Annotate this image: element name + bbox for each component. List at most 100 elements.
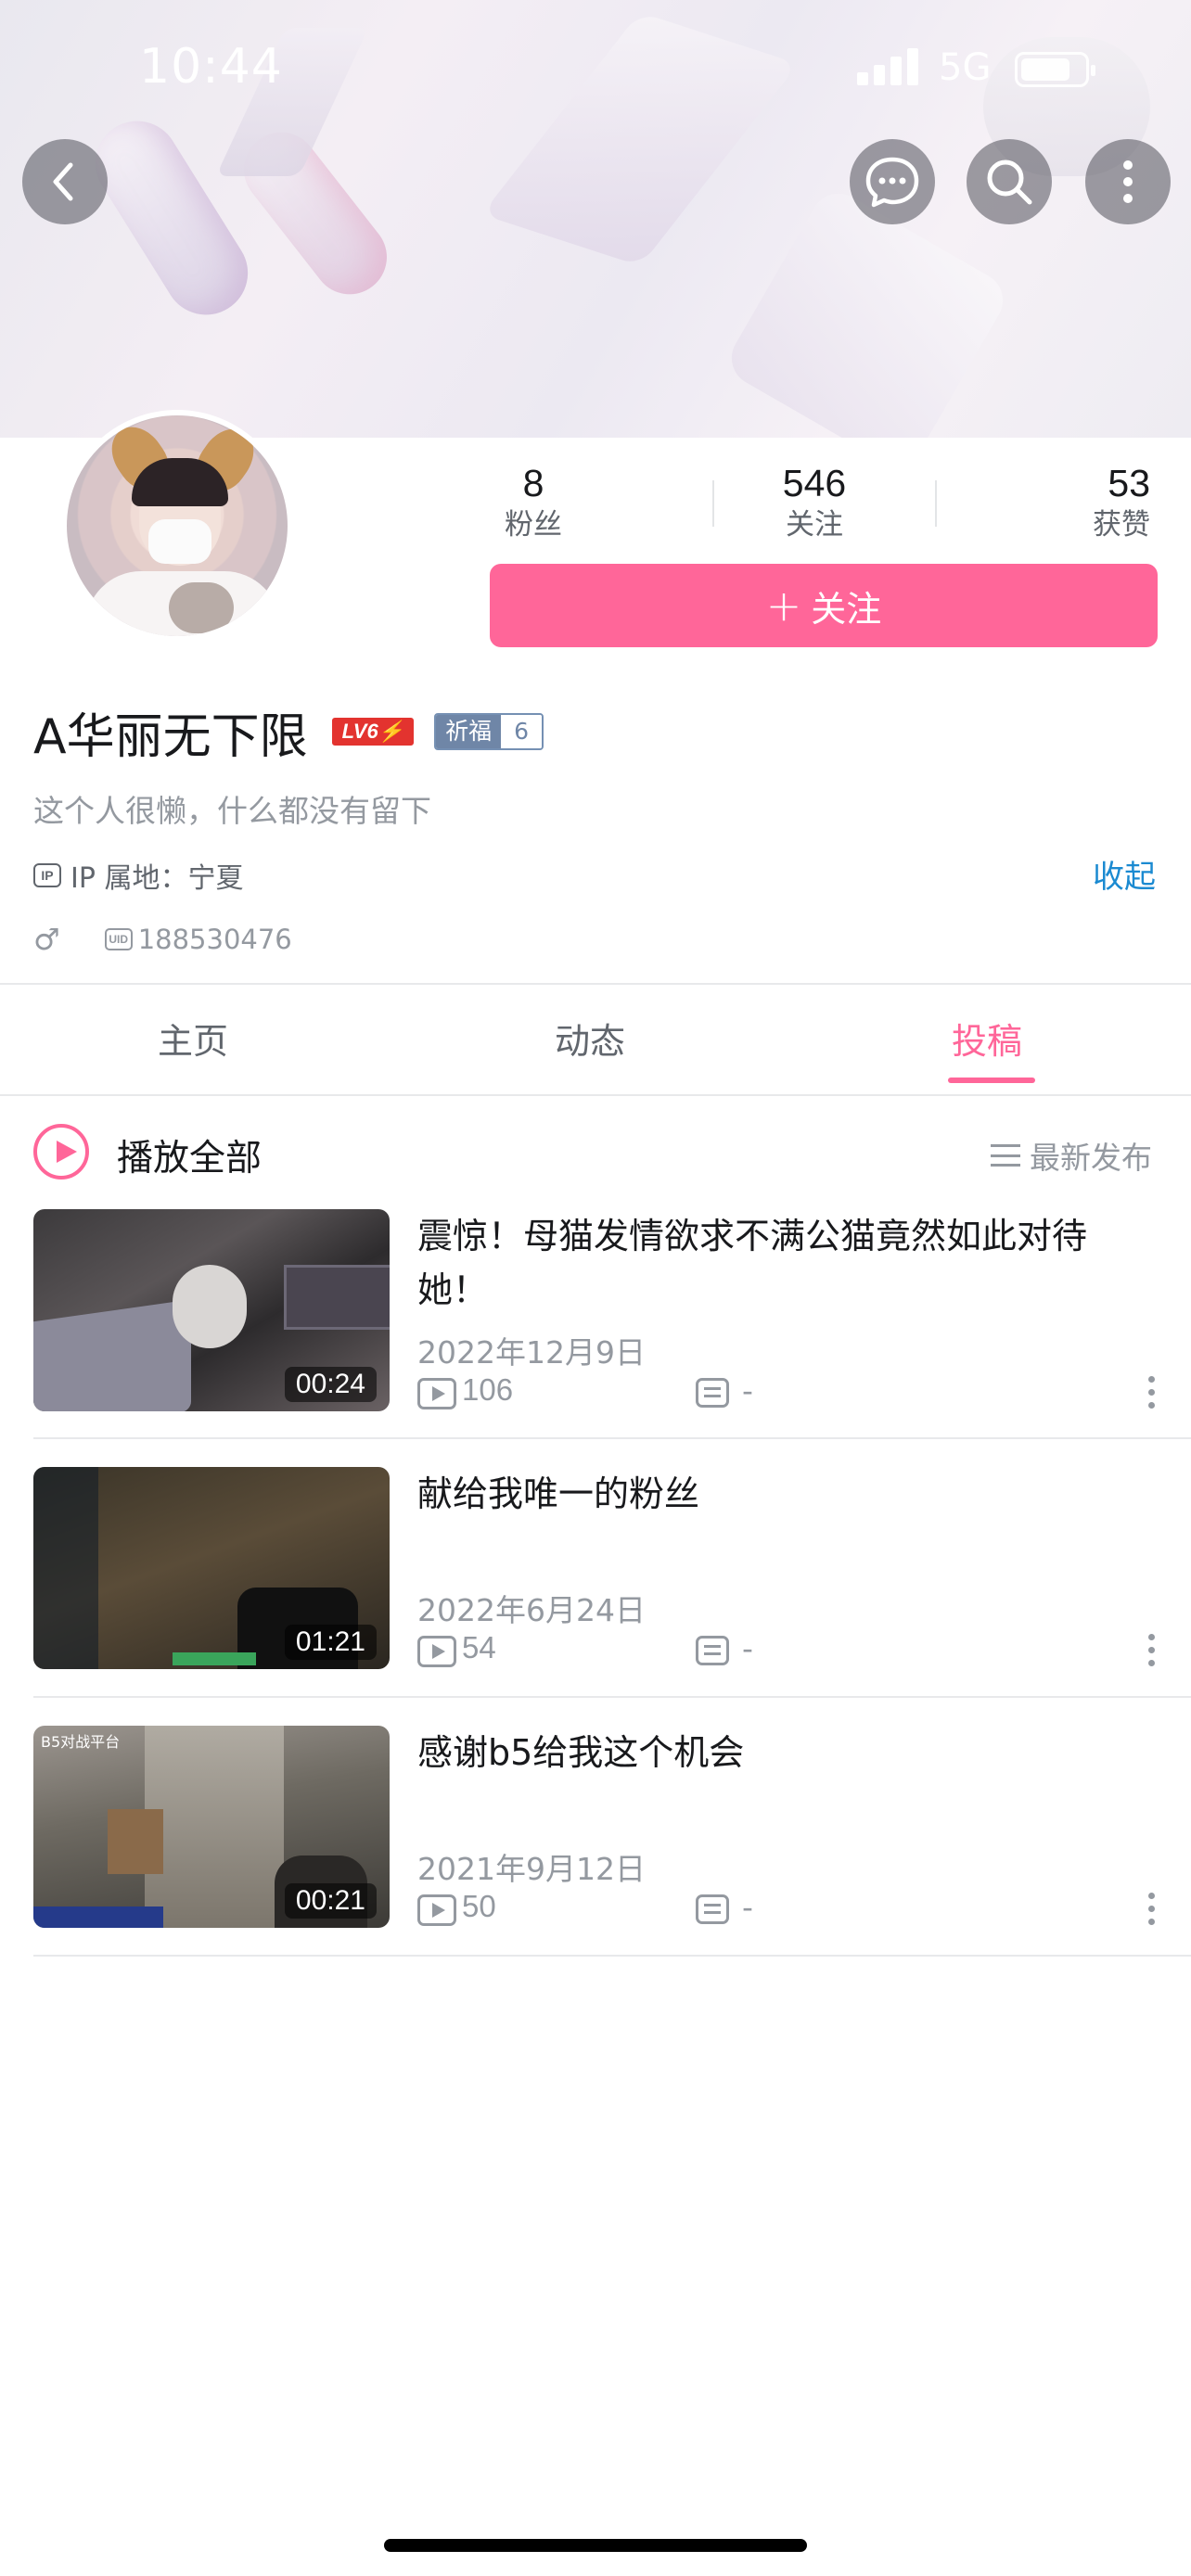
- video-meta: 54 -: [417, 1630, 1159, 1671]
- uid-row: ♂ UID 188530476: [33, 922, 292, 957]
- fan-medal-name: 祈福: [436, 715, 502, 748]
- play-all-icon[interactable]: [33, 1124, 89, 1180]
- video-duration: 01:21: [284, 1625, 377, 1660]
- thumbnail-text: B5对战平台: [41, 1733, 121, 1751]
- play-count-icon: [417, 1378, 456, 1409]
- collapse-link[interactable]: 收起: [1093, 851, 1156, 897]
- play-count: 50: [462, 1889, 496, 1923]
- video-item[interactable]: B5对战平台 00:21 感谢b5给我这个机会 2021年9月12日 50 -: [0, 1726, 1191, 1983]
- thumb-box: [284, 1265, 390, 1330]
- divider: [33, 1955, 1191, 1957]
- level-badge: LV6⚡: [331, 718, 415, 746]
- sort-button[interactable]: 最新发布: [991, 1133, 1152, 1178]
- danmaku-icon: [696, 1378, 729, 1408]
- active-tab-indicator: [948, 1078, 1035, 1083]
- fan-medal[interactable]: 祈福 6: [434, 713, 544, 750]
- avatar-cat: [169, 582, 234, 633]
- fans-count: 8: [522, 462, 544, 504]
- avatar[interactable]: [61, 410, 293, 642]
- danmaku-icon: [696, 1894, 729, 1924]
- video-title[interactable]: 献给我唯一的粉丝: [417, 1467, 1150, 1521]
- play-count: 106: [462, 1372, 514, 1407]
- search-button[interactable]: [967, 139, 1052, 224]
- avatar-mask: [148, 519, 211, 564]
- video-date: 2022年6月24日: [417, 1592, 646, 1628]
- uid-value: 188530476: [137, 924, 292, 955]
- name-row: A华丽无下限 LV6⚡ 祈福 6: [33, 699, 544, 765]
- video-title[interactable]: 感谢b5给我这个机会: [417, 1726, 1150, 1779]
- stat-divider: [712, 480, 714, 527]
- play-count: 54: [462, 1630, 496, 1664]
- profile-stats: 8 粉丝 546 关注 53 获赞: [482, 460, 1150, 543]
- video-item[interactable]: 00:24 震惊！母猫发情欲求不满公猫竟然如此对待她！ 2022年12月9日 1…: [0, 1209, 1191, 1467]
- sort-label: 最新发布: [1030, 1140, 1152, 1176]
- battery-icon: [1015, 52, 1095, 87]
- back-button[interactable]: [22, 139, 108, 224]
- video-duration: 00:24: [284, 1367, 377, 1402]
- plus-icon: +: [765, 580, 802, 631]
- ip-location-row: IP IP 属地：宁夏: [33, 855, 243, 896]
- thumb-hud: [33, 1467, 98, 1669]
- follow-button-label: 关注: [811, 588, 882, 630]
- danmaku-count: -: [742, 1630, 753, 1666]
- divider: [0, 983, 1191, 985]
- signature: 这个人很懒，什么都没有留下: [33, 793, 431, 829]
- tab-dynamics[interactable]: 动态: [555, 1013, 625, 1064]
- home-indicator[interactable]: [384, 2539, 807, 2552]
- divider: [33, 1437, 1191, 1439]
- thumb-strip: [33, 1906, 163, 1928]
- play-count-icon: [417, 1636, 456, 1667]
- thumb-cat: [173, 1265, 247, 1348]
- chat-bubble-icon: [865, 157, 919, 208]
- danmaku-count: -: [742, 1372, 753, 1409]
- more-vertical-icon[interactable]: [1143, 1630, 1161, 1671]
- network-type: 5G: [939, 46, 992, 89]
- video-meta: 106 -: [417, 1372, 1159, 1413]
- following-label: 关注: [786, 508, 843, 542]
- likes-stat: 53 获赞: [1057, 460, 1150, 543]
- fans-label: 粉丝: [505, 508, 562, 542]
- stat-divider: [935, 480, 937, 527]
- thumb-crate: [108, 1809, 163, 1874]
- status-time: 10:44: [139, 39, 283, 95]
- video-date: 2021年9月12日: [417, 1851, 646, 1887]
- video-thumbnail[interactable]: 01:21: [33, 1467, 390, 1669]
- video-title[interactable]: 震惊！母猫发情欲求不满公猫竟然如此对待她！: [417, 1209, 1150, 1317]
- follow-button[interactable]: + 关注: [490, 564, 1158, 647]
- search-icon: [987, 159, 1032, 205]
- following-count: 546: [782, 462, 847, 504]
- play-all-button[interactable]: 播放全部: [117, 1129, 262, 1181]
- video-duration: 00:21: [284, 1883, 377, 1919]
- more-vertical-icon[interactable]: [1143, 1889, 1161, 1930]
- uid-icon: UID: [104, 928, 133, 950]
- video-date: 2022年12月9日: [417, 1334, 646, 1371]
- message-button[interactable]: [850, 139, 935, 224]
- male-gender-icon: ♂: [33, 922, 60, 957]
- ip-location: IP 属地：宁夏: [70, 862, 244, 895]
- video-thumbnail[interactable]: B5对战平台 00:21: [33, 1726, 390, 1928]
- more-vertical-icon[interactable]: [1143, 1372, 1161, 1413]
- following-stat[interactable]: 546 关注: [759, 460, 870, 543]
- fan-medal-level: 6: [501, 715, 543, 748]
- signal-icon: [857, 48, 918, 85]
- tab-uploads[interactable]: 投稿: [952, 1013, 1022, 1064]
- more-button[interactable]: [1085, 139, 1171, 224]
- more-vertical-icon: [1123, 160, 1133, 203]
- play-count-icon: [417, 1894, 456, 1926]
- thumb-bed: [33, 1299, 191, 1411]
- divider: [33, 1696, 1191, 1698]
- fans-stat[interactable]: 8 粉丝: [482, 460, 584, 543]
- video-meta: 50 -: [417, 1889, 1159, 1930]
- thumb-wall: [145, 1726, 284, 1928]
- likes-count: 53: [1108, 462, 1150, 504]
- banner-decoration: [481, 12, 799, 266]
- thumb-healthbar: [173, 1652, 256, 1665]
- chevron-left-icon: [53, 162, 73, 201]
- divider: [0, 1094, 1191, 1096]
- danmaku-icon: [696, 1636, 729, 1665]
- video-thumbnail[interactable]: 00:24: [33, 1209, 390, 1411]
- tab-home[interactable]: 主页: [158, 1013, 228, 1064]
- username: A华丽无下限: [33, 708, 308, 765]
- likes-label: 获赞: [1093, 508, 1150, 542]
- video-item[interactable]: 01:21 献给我唯一的粉丝 2022年6月24日 54 -: [0, 1467, 1191, 1725]
